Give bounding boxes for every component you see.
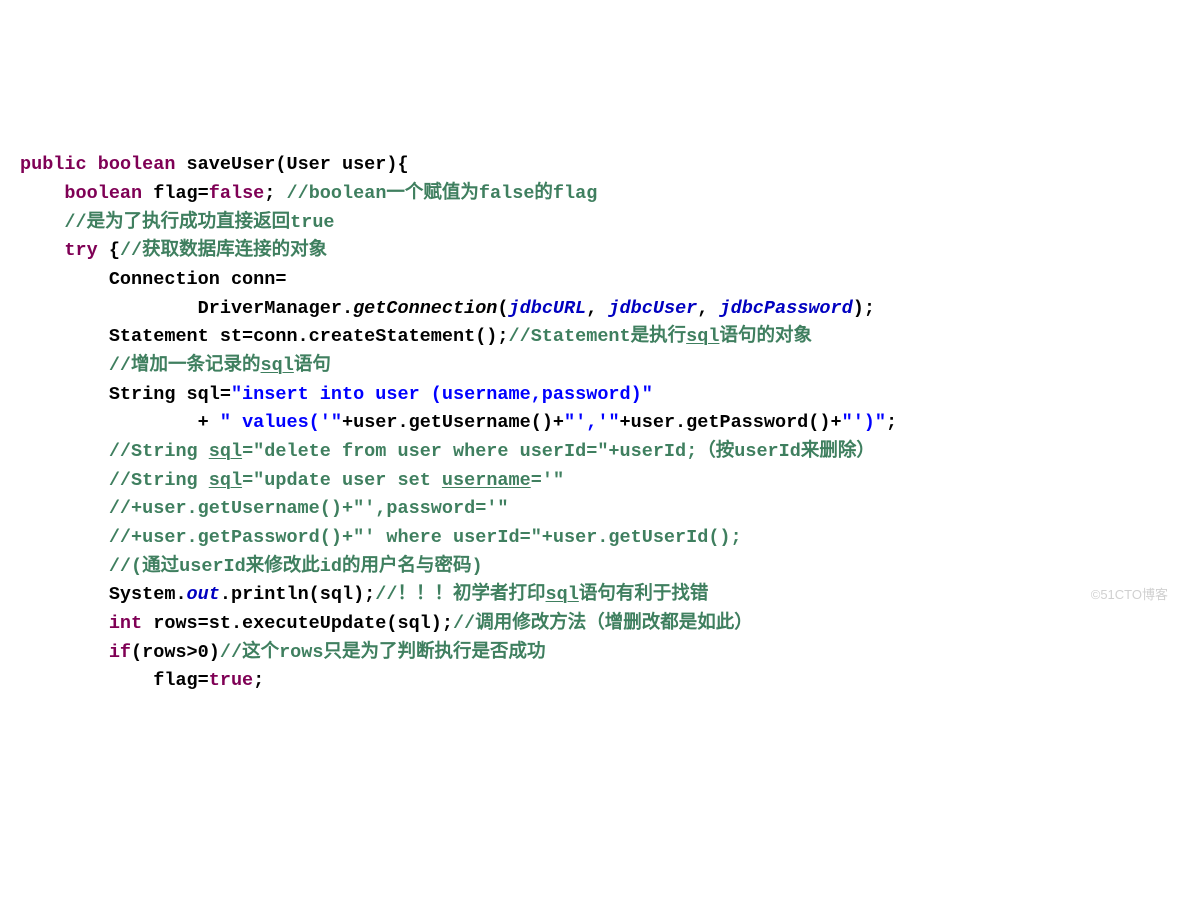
line-03: //是为了执行成功直接返回true [20, 212, 335, 233]
line-15: //(通过userId来修改此id的用户名与密码) [20, 556, 483, 577]
line-08: //增加一条记录的sql语句 [20, 355, 331, 376]
line-10: + " values('"+user.getUsername()+"','"+u… [20, 412, 897, 433]
line-13: //+user.getUsername()+"',password='" [20, 498, 509, 519]
line-06: DriverManager.getConnection(jdbcURL, jdb… [20, 298, 875, 319]
line-04: try {//获取数据库连接的对象 [20, 240, 327, 261]
line-01: public boolean saveUser(User user){ [20, 154, 409, 175]
line-19: flag=true; [20, 670, 264, 691]
code-block: public boolean saveUser(User user){ bool… [20, 123, 1184, 696]
line-05: Connection conn= [20, 269, 286, 290]
line-18: if(rows>0)//这个rows只是为了判断执行是否成功 [20, 642, 546, 663]
line-14: //+user.getPassword()+"' where userId="+… [20, 527, 742, 548]
line-12: //String sql="update user set username='… [20, 470, 564, 491]
line-02: boolean flag=false; //boolean一个赋值为false的… [20, 183, 597, 204]
line-11: //String sql="delete from user where use… [20, 441, 875, 462]
watermark-text: ©51CTO博客 [1091, 585, 1168, 605]
line-07: Statement st=conn.createStatement();//St… [20, 326, 812, 347]
line-16: System.out.println(sql);//！！！初学者打印sql语句有… [20, 584, 708, 605]
line-09: String sql="insert into user (username,p… [20, 384, 653, 405]
line-17: int rows=st.executeUpdate(sql);//调用修改方法（… [20, 613, 753, 634]
